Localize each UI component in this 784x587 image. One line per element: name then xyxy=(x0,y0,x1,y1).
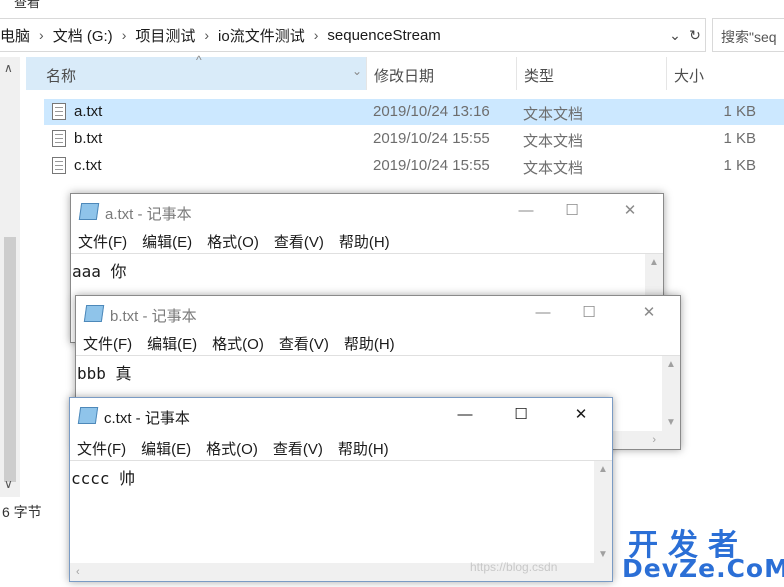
search-input[interactable]: 搜索"seq xyxy=(712,18,784,52)
file-type: 文本文档 xyxy=(523,133,584,150)
column-header-name[interactable]: 名称 ^ ⌄ xyxy=(26,53,366,90)
csdn-watermark: https://blog.csdn xyxy=(470,560,558,574)
file-size: 1 KB xyxy=(723,157,756,174)
file-size: 1 KB xyxy=(723,130,756,147)
file-type: 文本文档 xyxy=(523,160,584,177)
minimize-icon[interactable]: — xyxy=(520,296,566,330)
vertical-scrollbar[interactable]: ▲ ▼ xyxy=(662,356,680,431)
explorer-menu-strip: 查看 xyxy=(0,0,784,16)
column-header-modified[interactable]: 修改日期 xyxy=(366,57,516,90)
menu-view[interactable]: 查看(V) xyxy=(274,231,324,253)
column-header-size[interactable]: 大小 xyxy=(666,57,784,90)
menu-edit[interactable]: 编辑(E) xyxy=(141,438,191,460)
notepad-window-c[interactable]: c.txt - 记事本 — ☐ ✕ 文件(F) 编辑(E) 格式(O) 查看(V… xyxy=(69,397,613,582)
close-icon[interactable]: ✕ xyxy=(607,194,653,228)
breadcrumb-project[interactable]: 项目测试 xyxy=(135,25,195,46)
notepad-icon xyxy=(78,203,100,220)
view-menu-label[interactable]: 查看 xyxy=(14,0,40,11)
sort-ascending-icon: ^ xyxy=(196,53,202,67)
menu-edit[interactable]: 编辑(E) xyxy=(142,231,192,253)
chevron-right-icon[interactable]: › xyxy=(314,27,319,43)
scroll-up-icon[interactable]: ▲ xyxy=(666,359,676,370)
text-file-icon xyxy=(52,130,66,147)
title-bar[interactable]: b.txt - 记事本 — ☐ ✕ xyxy=(76,296,680,330)
breadcrumb-computer[interactable]: 电脑 xyxy=(0,25,30,46)
file-type: 文本文档 xyxy=(523,106,584,123)
column-name-label: 名称 xyxy=(46,68,77,85)
scroll-up-icon[interactable]: ▲ xyxy=(649,257,659,268)
text-file-icon xyxy=(52,103,66,120)
menu-bar: 文件(F) 编辑(E) 格式(O) 查看(V) 帮助(H) xyxy=(76,333,680,355)
title-bar[interactable]: a.txt - 记事本 — ☐ ✕ xyxy=(71,194,663,228)
maximize-icon[interactable]: ☐ xyxy=(566,296,612,330)
watermark-line2: DevZe.CoM xyxy=(622,554,784,583)
editor-text[interactable]: bbb 真 xyxy=(77,360,132,384)
scroll-down-icon[interactable]: ∨ xyxy=(4,477,13,491)
chevron-right-icon[interactable]: › xyxy=(122,27,127,43)
notepad-icon xyxy=(77,407,99,424)
menu-edit[interactable]: 编辑(E) xyxy=(147,333,197,355)
close-icon[interactable]: ✕ xyxy=(558,398,604,432)
menu-format[interactable]: 格式(O) xyxy=(206,438,258,460)
menu-format[interactable]: 格式(O) xyxy=(212,333,264,355)
menu-help[interactable]: 帮助(H) xyxy=(339,231,390,253)
file-name[interactable]: a.txt xyxy=(74,103,102,120)
scroll-right-icon[interactable]: › xyxy=(652,434,656,446)
notepad-icon xyxy=(83,305,105,322)
breadcrumb-current[interactable]: sequenceStream xyxy=(327,27,440,44)
menu-format[interactable]: 格式(O) xyxy=(207,231,259,253)
breadcrumb-drive[interactable]: 文档 (G:) xyxy=(53,25,113,46)
chevron-down-icon[interactable]: ⌄ xyxy=(352,64,362,78)
scroll-down-icon[interactable]: ▼ xyxy=(666,417,676,428)
file-name[interactable]: b.txt xyxy=(74,130,102,147)
menu-help[interactable]: 帮助(H) xyxy=(338,438,389,460)
file-size: 1 KB xyxy=(723,103,756,120)
file-row[interactable]: b.txt 2019/10/24 15:55 文本文档 1 KB xyxy=(44,126,784,152)
scroll-up-icon[interactable]: ▲ xyxy=(598,464,608,475)
file-modified: 2019/10/24 15:55 xyxy=(373,130,490,147)
file-modified: 2019/10/24 15:55 xyxy=(373,157,490,174)
window-title: c.txt - 记事本 xyxy=(104,410,190,427)
menu-file[interactable]: 文件(F) xyxy=(83,333,132,355)
maximize-icon[interactable]: ☐ xyxy=(498,398,544,432)
close-icon[interactable]: ✕ xyxy=(626,296,672,330)
file-row[interactable]: c.txt 2019/10/24 15:55 文本文档 1 KB xyxy=(44,153,784,179)
editor-text[interactable]: aaa 你 xyxy=(72,258,127,282)
column-header-type[interactable]: 类型 xyxy=(516,57,666,90)
menu-file[interactable]: 文件(F) xyxy=(78,231,127,253)
site-watermark: 开发者 DevZe.CoM xyxy=(604,520,784,587)
chevron-right-icon[interactable]: › xyxy=(39,27,44,43)
menu-bar: 文件(F) 编辑(E) 格式(O) 查看(V) 帮助(H) xyxy=(71,231,663,253)
editor-text[interactable]: cccc 帅 xyxy=(71,465,135,489)
chevron-right-icon[interactable]: › xyxy=(204,27,209,43)
menu-view[interactable]: 查看(V) xyxy=(273,438,323,460)
title-bar[interactable]: c.txt - 记事本 — ☐ ✕ xyxy=(70,398,612,432)
status-bar-text: 6 字节 xyxy=(2,504,42,520)
scrollbar-thumb[interactable] xyxy=(4,237,16,482)
maximize-icon[interactable]: ☐ xyxy=(549,194,595,228)
file-row[interactable]: a.txt 2019/10/24 13:16 文本文档 1 KB xyxy=(44,99,784,125)
menu-bar: 文件(F) 编辑(E) 格式(O) 查看(V) 帮助(H) xyxy=(70,438,612,460)
menu-help[interactable]: 帮助(H) xyxy=(344,333,395,355)
minimize-icon[interactable]: — xyxy=(442,398,488,432)
scroll-up-icon[interactable]: ∧ xyxy=(4,61,13,75)
breadcrumb-io[interactable]: io流文件测试 xyxy=(218,25,305,46)
scroll-left-icon[interactable]: ‹ xyxy=(76,566,80,578)
file-modified: 2019/10/24 13:16 xyxy=(373,103,490,120)
refresh-icon[interactable]: ↻ xyxy=(685,27,705,44)
chevron-down-icon[interactable]: ⌄ xyxy=(665,27,685,44)
window-title: b.txt - 记事本 xyxy=(110,308,197,325)
menu-view[interactable]: 查看(V) xyxy=(279,333,329,355)
menu-file[interactable]: 文件(F) xyxy=(77,438,126,460)
file-name[interactable]: c.txt xyxy=(74,157,102,174)
minimize-icon[interactable]: — xyxy=(503,194,549,228)
address-bar[interactable]: 电脑 › 文档 (G:) › 项目测试 › io流文件测试 › sequence… xyxy=(0,18,706,52)
window-title: a.txt - 记事本 xyxy=(105,206,192,223)
nav-pane-scrollbar[interactable]: ∧ ∨ xyxy=(0,57,20,497)
text-file-icon xyxy=(52,157,66,174)
